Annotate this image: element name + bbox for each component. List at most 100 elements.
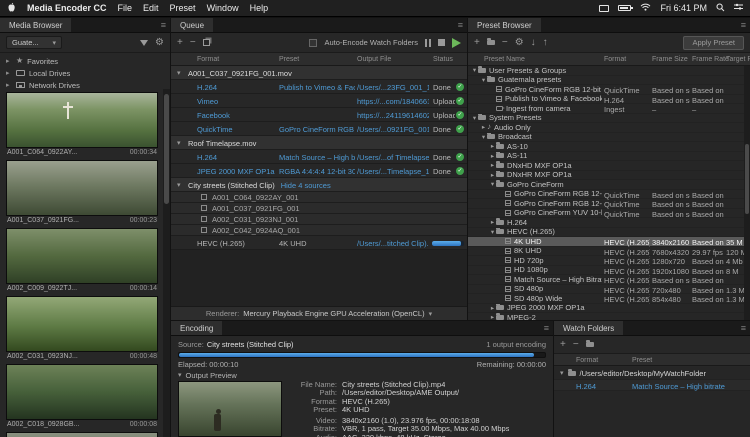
tab-watch-folders[interactable]: Watch Folders: [554, 321, 623, 335]
tab-queue[interactable]: Queue: [171, 18, 213, 32]
display-icon[interactable]: [599, 5, 609, 12]
menu-item-window[interactable]: Window: [207, 3, 239, 13]
remove-watch-folder-button[interactable]: −: [573, 340, 579, 350]
watch-preset-link[interactable]: Match Source – High bitrate: [632, 382, 744, 391]
preset-row[interactable]: 4K UHDHEVC (H.265)3840x2160Based on sour…: [468, 237, 744, 247]
queue-row-source[interactable]: A001_C037_0921FG_001: [171, 203, 467, 214]
chevron-down-icon[interactable]: ▾: [560, 369, 564, 377]
preset-row[interactable]: GoPro CineForm YUV 10-bitQuickTimeBased …: [468, 209, 744, 219]
preset-scrollbar[interactable]: [744, 66, 750, 320]
export-preset-icon[interactable]: ↑: [543, 38, 548, 48]
source-select[interactable]: Guate...▾: [6, 36, 62, 49]
watch-folder-row[interactable]: ▾ /Users/editor/Desktop/MyWatchFolder: [554, 367, 750, 379]
preset-row[interactable]: ▾System Presets: [468, 114, 744, 124]
queue-row-encoding[interactable]: HEVC (H.265)4K UHD/Users/...titched Clip…: [171, 236, 467, 250]
output-file-link[interactable]: /Users/...0921FG_001.mov: [357, 125, 429, 134]
import-preset-icon[interactable]: ↓: [531, 38, 536, 48]
preset-row[interactable]: SD 480pHEVC (H.265)720x480Based on sourc…: [468, 285, 744, 295]
start-queue-icon[interactable]: [452, 38, 461, 48]
tab-media-browser[interactable]: Media Browser: [0, 18, 71, 32]
panel-menu-icon[interactable]: ≡: [741, 20, 746, 30]
preset-row[interactable]: SD 480p WideHEVC (H.265)854x480Based on …: [468, 294, 744, 304]
chevron-right-icon[interactable]: ▸: [489, 304, 496, 312]
apply-preset-button[interactable]: Apply Preset: [683, 36, 744, 50]
new-preset-button[interactable]: +: [474, 38, 480, 48]
stop-icon[interactable]: [438, 39, 445, 46]
preset-row[interactable]: ▸MPEG-2: [468, 313, 744, 320]
new-group-icon[interactable]: [487, 40, 495, 45]
preset-row[interactable]: 8K UHDHEVC (H.265)7680x432029.97 fps120 …: [468, 247, 744, 257]
output-file-link[interactable]: /Users/...23FG_001_1.mp4: [357, 83, 429, 92]
apple-menu-icon[interactable]: [7, 2, 16, 15]
preset-row[interactable]: ▾Guatemala presets: [468, 76, 744, 86]
preset-row[interactable]: ▸♪Audio Only: [468, 123, 744, 133]
panel-menu-icon[interactable]: ≡: [741, 323, 746, 333]
chevron-right-icon[interactable]: ▸: [489, 218, 496, 226]
column-preset[interactable]: Preset: [632, 357, 652, 364]
column-status[interactable]: Status: [433, 56, 453, 63]
preset-row[interactable]: HD 720pHEVC (H.265)1280x720Based on sour…: [468, 256, 744, 266]
duplicate-icon[interactable]: [203, 39, 210, 46]
preset-row[interactable]: ▾User Presets & Groups: [468, 66, 744, 76]
watch-folder-output-row[interactable]: H.264 Match Source – High bitrate: [554, 379, 750, 391]
media-clip[interactable]: A002_C009_0922TJ...00:00:14: [6, 228, 158, 292]
preset-row[interactable]: HD 1080pHEVC (H.265)1920x1080Based on so…: [468, 266, 744, 276]
output-file-link[interactable]: https://...24119614602283: [357, 111, 429, 120]
queue-row-group[interactable]: ▾Roof Timelapse.mov: [171, 136, 467, 150]
output-file-link[interactable]: /Users/...titched Clip).mp4: [357, 239, 429, 248]
media-clip[interactable]: A002_C052_0922TT...00:00:27: [6, 432, 158, 437]
chevron-right-icon[interactable]: ▸: [480, 123, 487, 131]
chevron-down-icon[interactable]: ▾: [178, 371, 182, 379]
queue-row-output[interactable]: Vimeohttps://...com/184066142Uploaded✓: [171, 94, 467, 108]
menu-item-preset[interactable]: Preset: [170, 3, 196, 13]
format-link[interactable]: QuickTime: [197, 125, 277, 134]
preset-row[interactable]: ▾GoPro CineForm: [468, 180, 744, 190]
queue-row-output[interactable]: Facebookhttps://...24119614602283Uploade…: [171, 108, 467, 122]
chevron-down-icon[interactable]: ▾: [177, 69, 181, 77]
output-file-link[interactable]: https://...com/184066142: [357, 97, 429, 106]
chevron-down-icon[interactable]: ▾: [471, 66, 478, 74]
watch-format-link[interactable]: H.264: [576, 382, 596, 391]
queue-row-source[interactable]: A001_C064_0922AY_001: [171, 192, 467, 203]
preset-row[interactable]: Publish to Vimeo & FacebookH.264Based on…: [468, 95, 744, 105]
column-preset-name[interactable]: Preset Name: [484, 56, 525, 63]
add-source-button[interactable]: +: [177, 38, 183, 48]
renderer-select[interactable]: Mercury Playback Engine GPU Acceleration…: [243, 309, 424, 318]
chevron-down-icon[interactable]: ▾: [489, 180, 496, 188]
preset-row[interactable]: GoPro CineForm RGB 12-bit with alpha (Al…: [468, 85, 744, 95]
chevron-right-icon[interactable]: ▸: [489, 152, 496, 160]
panel-menu-icon[interactable]: ≡: [544, 323, 549, 333]
remove-button[interactable]: −: [190, 38, 196, 48]
chevron-down-icon[interactable]: ▾: [177, 139, 181, 147]
preset-row[interactable]: Match Source – High BitrateHEVC (H.265)B…: [468, 275, 744, 285]
column-frame-size[interactable]: Frame Size: [652, 56, 688, 63]
preset-row[interactable]: ▾Broadcast: [468, 133, 744, 143]
menu-item-help[interactable]: Help: [250, 3, 269, 13]
tab-encoding[interactable]: Encoding: [171, 321, 222, 335]
chevron-down-icon[interactable]: ▾: [177, 181, 181, 189]
preset-row[interactable]: ▸AS-10: [468, 142, 744, 152]
preset-row[interactable]: ▸DNxHD MXF OP1a: [468, 161, 744, 171]
view-settings-icon[interactable]: ⚙: [155, 38, 164, 48]
preset-row[interactable]: ▸DNxHR MXF OP1a: [468, 171, 744, 181]
panel-menu-icon[interactable]: ≡: [161, 20, 166, 30]
preset-link[interactable]: Match Source – High bitr...: [279, 153, 355, 162]
format-link[interactable]: H.264: [197, 83, 277, 92]
notification-center-icon[interactable]: [734, 3, 743, 13]
chevron-down-icon[interactable]: ▾: [471, 114, 478, 122]
preset-row[interactable]: ▸JPEG 2000 MXF OP1a: [468, 304, 744, 314]
media-clip[interactable]: A002_C018_0928GB...00:00:08: [6, 364, 158, 428]
hide-sources-link[interactable]: Hide 4 sources: [281, 181, 331, 190]
chevron-right-icon[interactable]: ▸: [6, 69, 12, 77]
queue-row-group[interactable]: ▾City streets (Stitched Clip)Hide 4 sour…: [171, 178, 467, 192]
queue-row-source[interactable]: A002_C031_0923NJ_001: [171, 214, 467, 225]
filter-icon[interactable]: [140, 40, 148, 46]
chevron-right-icon[interactable]: ▸: [489, 142, 496, 150]
wifi-icon[interactable]: [640, 3, 651, 13]
queue-row-output[interactable]: H.264Match Source – High bitr.../Users/.…: [171, 150, 467, 164]
column-format[interactable]: Format: [197, 56, 219, 63]
column-frame-rate[interactable]: Frame Rate: [692, 56, 729, 63]
queue-row-output[interactable]: H.264Publish to Vimeo & Face.../Users/..…: [171, 80, 467, 94]
preset-row[interactable]: GoPro CineForm RGB 12-bitQuickTimeBased …: [468, 199, 744, 209]
auto-encode-checkbox[interactable]: [309, 39, 317, 47]
